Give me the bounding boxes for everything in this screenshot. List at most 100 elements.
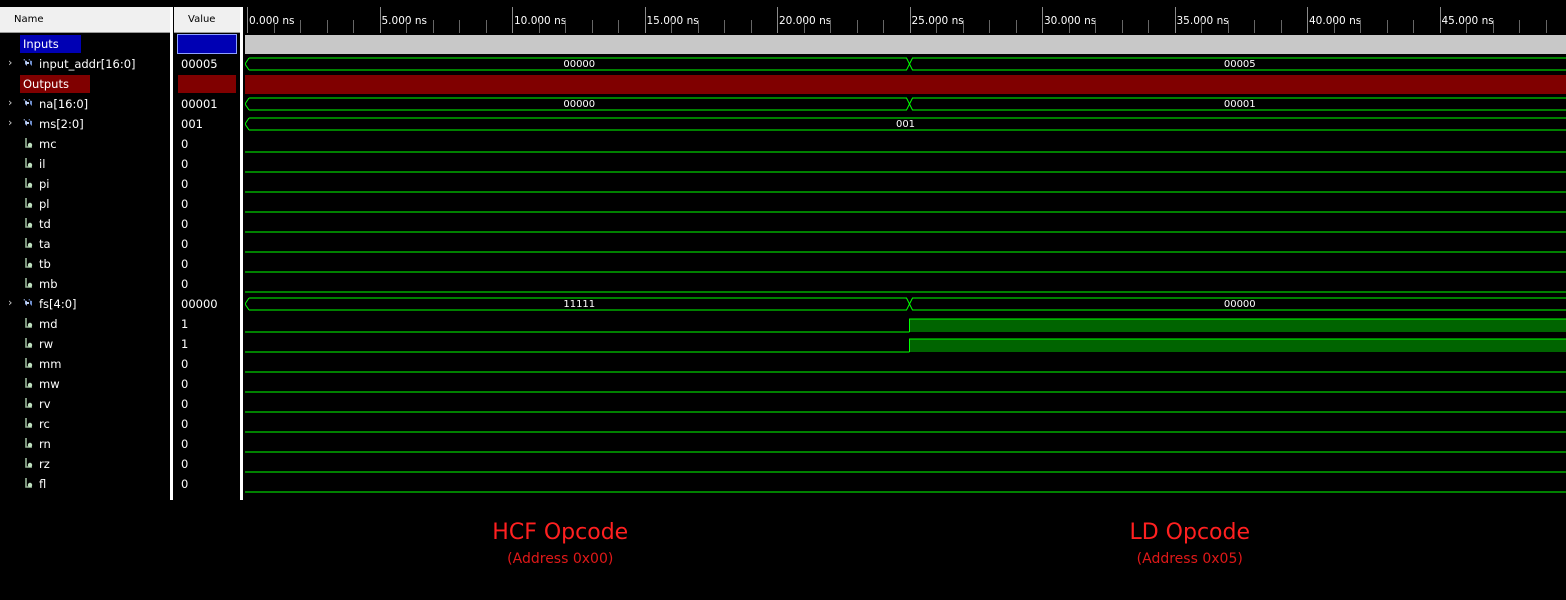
signal-name-cell[interactable]: mm — [0, 354, 170, 374]
signal-row[interactable]: ta 0 — [0, 234, 245, 254]
bus-edge — [245, 97, 250, 111]
signal-row[interactable]: › input_addr[16:0] 00005 — [0, 54, 245, 74]
bus-value-label: 00000 — [563, 59, 595, 70]
signal-name-cell[interactable]: rc — [0, 414, 170, 434]
signal-row[interactable]: mb 0 — [0, 274, 245, 294]
signal-row[interactable]: rv 0 — [0, 394, 245, 414]
signal-value: 00005 — [181, 57, 218, 71]
chevron-right-icon[interactable]: › — [8, 56, 12, 69]
signal-row[interactable]: rw 1 — [0, 334, 245, 354]
ruler-minor-tick — [989, 20, 990, 33]
signal-row[interactable]: Inputs — [0, 34, 245, 54]
signal-name-cell[interactable]: md — [0, 314, 170, 334]
waveform-area[interactable]: 00000 00005 00000 00001 001 11111 00000 — [245, 34, 1566, 500]
signal-name-cell[interactable]: rn — [0, 434, 170, 454]
bit-signal-icon — [25, 438, 33, 448]
signal-name-cell[interactable]: rw — [0, 334, 170, 354]
chevron-right-icon[interactable]: › — [8, 96, 12, 109]
bus-edge — [245, 117, 250, 131]
signal-group-label[interactable]: Inputs — [20, 35, 81, 53]
ruler-tick-label: 40.000 ns — [1309, 15, 1362, 27]
signal-name: rw — [39, 337, 54, 351]
group-band — [245, 35, 1566, 54]
ruler-minor-tick — [406, 20, 407, 33]
signal-name-cell[interactable]: Outputs — [0, 74, 170, 94]
annotation-title: HCF Opcode — [492, 520, 629, 545]
signal-name-cell[interactable]: mc — [0, 134, 170, 154]
signal-name-cell[interactable]: tb — [0, 254, 170, 274]
bit-signal-icon — [25, 338, 33, 348]
signal-row[interactable]: td 0 — [0, 214, 245, 234]
signal-name: pi — [39, 177, 50, 191]
ruler-minor-tick — [1254, 20, 1255, 33]
ruler-minor-tick — [803, 20, 805, 33]
name-column-header[interactable]: Name — [0, 7, 170, 33]
chevron-right-icon[interactable]: › — [8, 296, 12, 309]
ruler-minor-tick — [1413, 20, 1414, 33]
signal-name-cell[interactable]: ta — [0, 234, 170, 254]
bus-value-label: 00000 — [1224, 299, 1256, 310]
signal-name-cell[interactable]: pl — [0, 194, 170, 214]
signal-row[interactable]: › fs[4:0] 00000 — [0, 294, 245, 314]
chevron-right-icon[interactable]: › — [8, 116, 12, 129]
signal-row[interactable]: mc 0 — [0, 134, 245, 154]
signal-name-cell[interactable]: Inputs — [0, 34, 170, 54]
signal-row[interactable]: rc 0 — [0, 414, 245, 434]
bit-signal-icon — [25, 278, 33, 288]
signal-value: 1 — [181, 337, 189, 351]
signal-name-cell[interactable]: td — [0, 214, 170, 234]
signal-row[interactable]: › na[16:0] 00001 — [0, 94, 245, 114]
ruler-minor-tick — [591, 20, 593, 33]
ruler-minor-tick — [1545, 20, 1547, 33]
signal-row[interactable]: fl 0 — [0, 474, 245, 494]
bit-signal-icon — [25, 178, 33, 188]
name-column-label: Name — [14, 14, 44, 25]
signal-row[interactable]: il 0 — [0, 154, 245, 174]
ruler-minor-tick — [936, 20, 937, 33]
signal-name-cell[interactable]: mw — [0, 374, 170, 394]
signal-row[interactable]: mm 0 — [0, 354, 245, 374]
signal-name-cell[interactable]: il — [0, 154, 170, 174]
ruler-minor-tick — [1148, 20, 1149, 33]
signal-name-cell[interactable]: rv — [0, 394, 170, 414]
signal-row[interactable]: › ms[2:0] 001 — [0, 114, 245, 134]
signal-name-cell[interactable]: › fs[4:0] — [0, 294, 170, 314]
signal-row[interactable]: rn 0 — [0, 434, 245, 454]
ruler-tick-label: 30.000 ns — [1044, 15, 1097, 27]
signal-row[interactable]: md 1 — [0, 314, 245, 334]
bit-signal-icon — [25, 198, 33, 208]
ruler-minor-tick — [697, 20, 699, 33]
signal-group-value-swatch — [178, 75, 236, 93]
ruler-minor-tick — [724, 20, 725, 33]
bit-signal-icon — [25, 238, 33, 248]
ruler-minor-tick — [1386, 20, 1388, 33]
ruler-minor-tick — [326, 20, 328, 33]
signal-name-cell[interactable]: › input_addr[16:0] — [0, 54, 170, 74]
signal-group-label[interactable]: Outputs — [20, 75, 90, 93]
signal-row[interactable]: mw 0 — [0, 374, 245, 394]
signal-name-cell[interactable]: rz — [0, 454, 170, 474]
signal-name-cell[interactable]: › ms[2:0] — [0, 114, 170, 134]
signal-name-cell[interactable]: fl — [0, 474, 170, 494]
bus-value-label: 11111 — [563, 299, 595, 310]
signal-row[interactable]: pi 0 — [0, 174, 245, 194]
signal-row[interactable]: rz 0 — [0, 454, 245, 474]
ruler-minor-tick — [1201, 20, 1202, 33]
signal-name: ms[2:0] — [39, 117, 84, 131]
signal-name-cell[interactable]: pi — [0, 174, 170, 194]
signal-name: rv — [39, 397, 51, 411]
signal-value: 0 — [181, 157, 189, 171]
signal-name-cell[interactable]: › na[16:0] — [0, 94, 170, 114]
ruler-major-tick — [777, 7, 778, 33]
signal-row[interactable]: Outputs — [0, 74, 245, 94]
signal-row[interactable]: pl 0 — [0, 194, 245, 214]
ruler-minor-tick — [538, 20, 540, 33]
bus-value-label: 00001 — [1224, 99, 1256, 110]
signal-name-cell[interactable]: mb — [0, 274, 170, 294]
ruler-tick-label: 20.000 ns — [779, 15, 832, 27]
time-ruler[interactable]: 0.000 ns 5.000 ns 10.000 ns 15.000 ns 20.000… — [245, 7, 1566, 33]
signal-value: 0 — [181, 177, 189, 191]
signal-row[interactable]: tb 0 — [0, 254, 245, 274]
bit-high-fill — [909, 319, 1566, 332]
value-column-header[interactable]: Value — [174, 7, 240, 33]
